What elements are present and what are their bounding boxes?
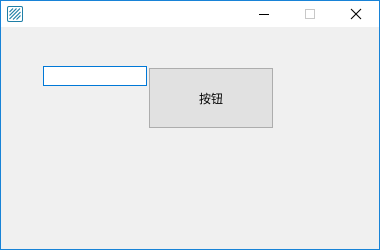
primary-button[interactable]: 按钮 [149,68,273,128]
app-window: 按钮 [0,0,380,250]
minimize-icon [259,14,269,15]
close-button[interactable] [333,1,379,27]
minimize-button[interactable] [241,1,287,27]
close-icon [350,8,362,20]
maximize-button[interactable] [287,1,333,27]
app-logo-icon[interactable] [7,6,23,22]
client-area: 按钮 [1,27,379,249]
text-input[interactable] [43,66,147,86]
maximize-icon [305,9,315,19]
title-bar[interactable] [1,1,379,27]
